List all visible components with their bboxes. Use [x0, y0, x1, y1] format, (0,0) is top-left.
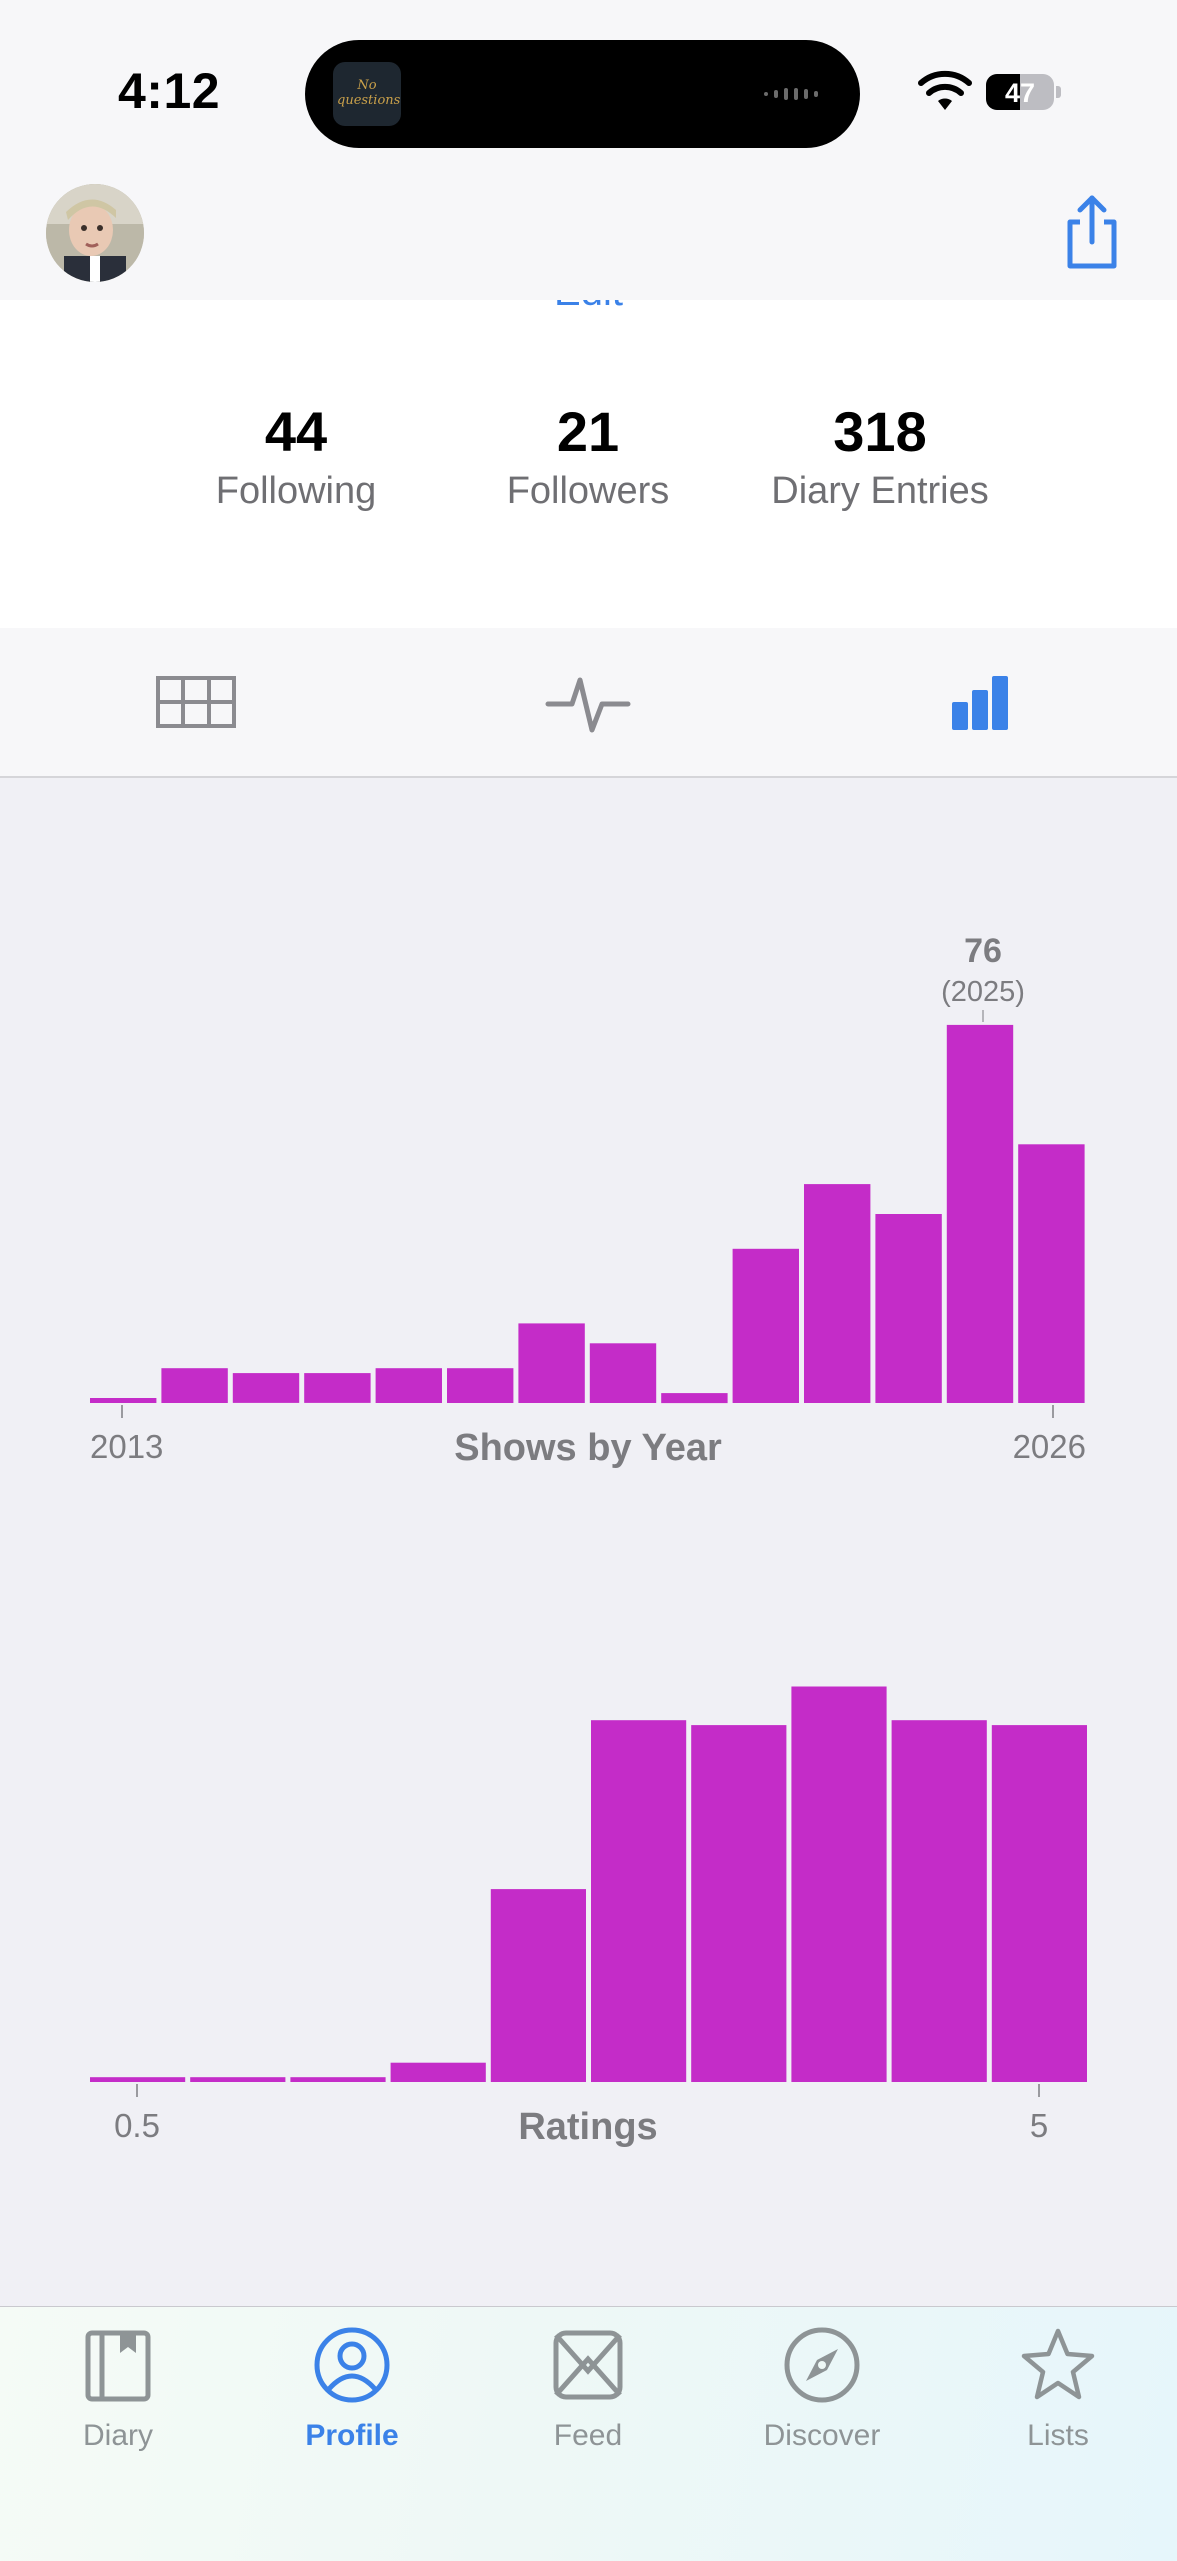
bar-2022 [732, 1248, 799, 1403]
top-header: 4:12 No questions 47 [0, 0, 1177, 301]
edit-profile-link[interactable]: Edit [0, 300, 1177, 315]
tab-bar: Diary Profile Feed Discover Lists [0, 2306, 1177, 2561]
bar-3.5 [691, 1725, 787, 2082]
bar-2023 [804, 1184, 871, 1403]
x-tick-last: 2026 [1013, 1428, 1086, 1465]
following-label: Following [215, 470, 377, 512]
bar-2016 [304, 1373, 371, 1403]
bar-3 [591, 1720, 687, 2082]
dynamic-island[interactable]: No questions [305, 40, 860, 148]
bar-2017 [375, 1368, 442, 1403]
wifi-icon [918, 70, 972, 110]
tab-profile[interactable]: Profile [252, 2325, 452, 2453]
tab-feed[interactable]: Feed [488, 2325, 688, 2453]
status-time: 4:12 [118, 63, 221, 119]
chart-title: Ratings [518, 2106, 657, 2148]
tab-diary-label: Diary [82, 2419, 153, 2452]
x-tick-last: 5 [1030, 2107, 1048, 2144]
share-icon[interactable] [1056, 192, 1128, 272]
bar-2025 [946, 1024, 1014, 1403]
bar-2014 [161, 1368, 228, 1403]
compass-icon [784, 2327, 860, 2403]
bar-4.5 [891, 1720, 987, 2082]
bar-4 [791, 1686, 887, 2082]
diary-entries-label: Diary Entries [771, 470, 989, 512]
bar-5 [991, 1725, 1087, 2082]
now-playing-artwork: No questions [333, 62, 401, 126]
tab-diary[interactable]: Diary [18, 2325, 218, 2453]
bar-1 [190, 2077, 286, 2082]
ratings-chart: 0.5 5 Ratings [90, 1686, 1087, 2148]
tab-lists[interactable]: Lists [958, 2325, 1158, 2453]
bar-chart-icon[interactable] [930, 664, 1030, 740]
tab-discover-label: Discover [763, 2419, 881, 2452]
followers-label: Followers [506, 470, 670, 512]
highlight-year: (2025) [941, 976, 1025, 1008]
tab-profile-label: Profile [305, 2419, 399, 2452]
tab-lists-label: Lists [1027, 2419, 1089, 2452]
tab-feed-label: Feed [553, 2419, 623, 2452]
star-icon [1021, 2328, 1095, 2400]
bar-2020 [589, 1343, 657, 1403]
avatar[interactable] [46, 184, 144, 282]
bar-2015 [232, 1373, 300, 1403]
bar-2021 [661, 1393, 728, 1404]
battery-level: 47 [1004, 78, 1036, 108]
bar-1.5 [290, 2077, 386, 2082]
bar-2019 [518, 1323, 585, 1403]
following-count: 44 [264, 400, 328, 463]
followers-count: 21 [556, 400, 620, 463]
ratings-bars [90, 1686, 1087, 2082]
profile-stats: Edit 44 Following 21 Followers 318 Diary… [0, 300, 1177, 629]
bar-2024 [875, 1214, 942, 1403]
highlight-value: 76 [964, 932, 1002, 970]
bar-0.5 [90, 2077, 186, 2082]
profile-view-tabs [0, 628, 1177, 778]
grid-icon[interactable] [146, 664, 246, 740]
bar-2013 [90, 1398, 157, 1403]
artwork-text: No questions [337, 78, 401, 108]
bar-2026 [1018, 1144, 1085, 1403]
tab-discover[interactable]: Discover [722, 2325, 922, 2453]
feed-icon [553, 2330, 623, 2400]
diary-icon [85, 2330, 151, 2402]
stat-diary-entries[interactable]: 318 Diary Entries [730, 400, 1030, 516]
bar-2.5 [490, 1889, 586, 2082]
profile-icon [314, 2327, 390, 2403]
diary-entries-count: 318 [833, 400, 927, 463]
shows-by-year-bars [90, 1024, 1085, 1404]
chart-title: Shows by Year [454, 1427, 722, 1469]
stat-followers[interactable]: 21 Followers [438, 400, 738, 516]
stat-following[interactable]: 44 Following [146, 400, 446, 516]
battery-indicator: 47 [986, 74, 1062, 110]
activity-icon[interactable] [538, 664, 638, 740]
bar-2 [390, 2062, 486, 2082]
bar-2018 [447, 1368, 514, 1403]
x-tick-first: 2013 [90, 1428, 163, 1465]
shows-by-year-chart: 76 (2025) 2013 2026 Shows by Year [90, 932, 1086, 1469]
audio-wave-icon [764, 88, 818, 100]
x-tick-first: 0.5 [114, 2107, 160, 2144]
